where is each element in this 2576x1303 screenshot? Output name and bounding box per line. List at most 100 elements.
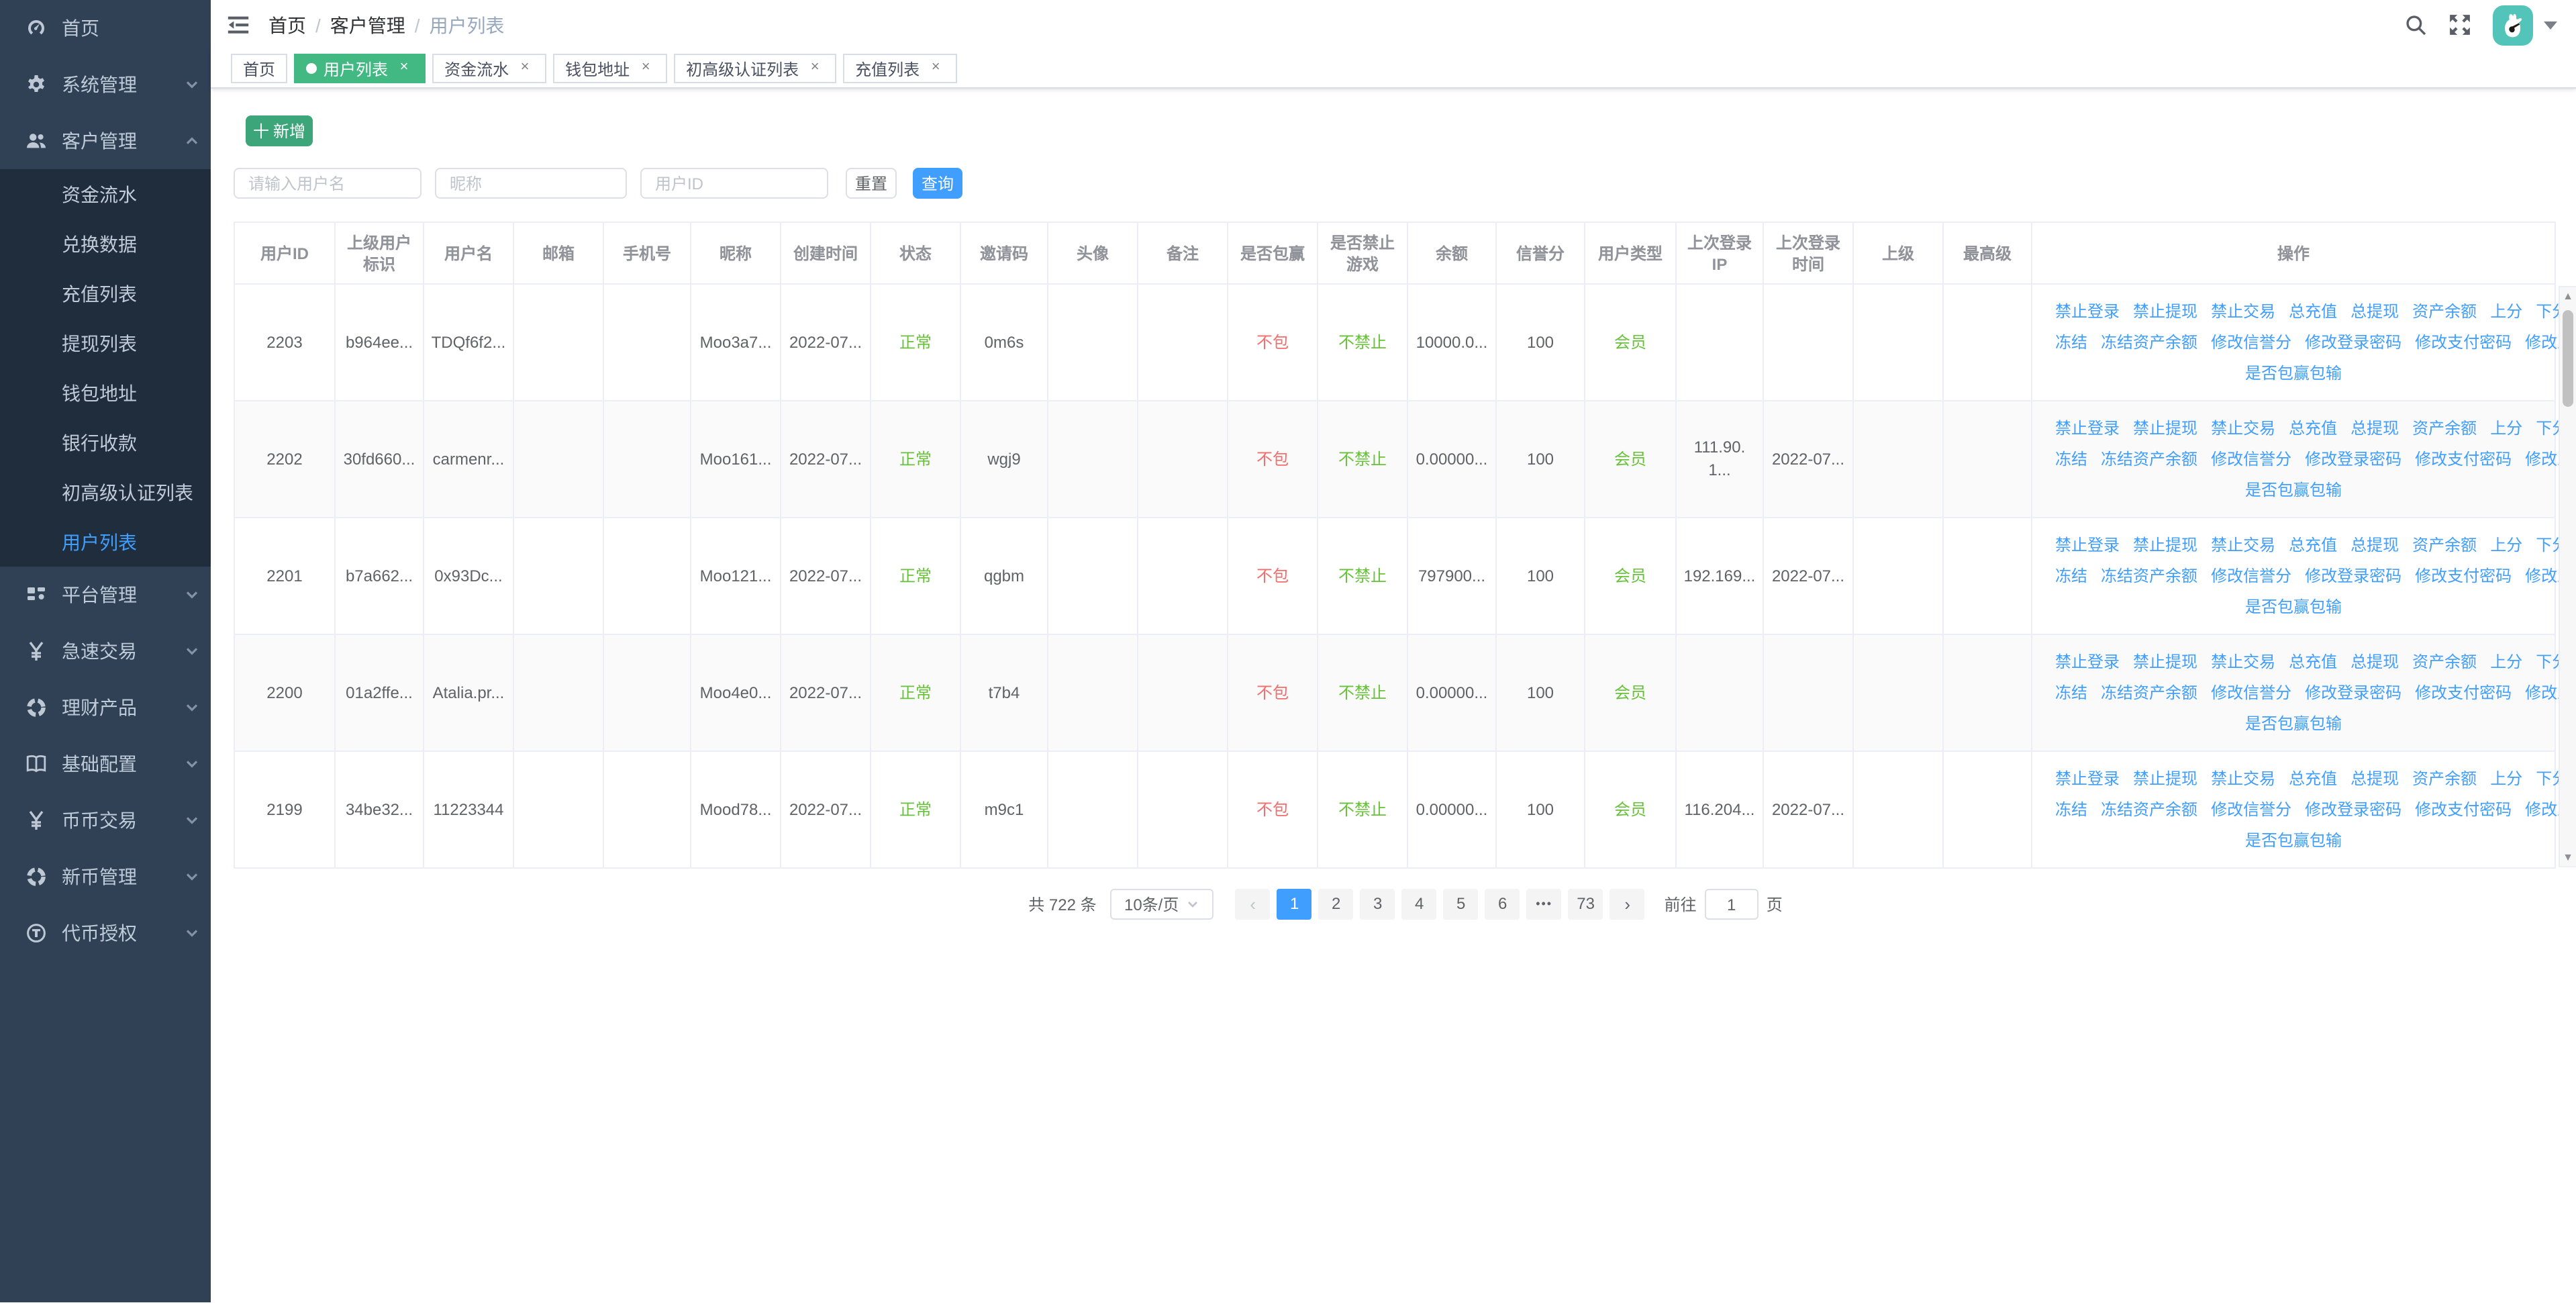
breadcrumb-item-home[interactable]: 首页 <box>268 11 306 38</box>
action-link-edit-credit-score[interactable]: 修改信誉分 <box>2211 800 2291 818</box>
action-link-edit-pay-password[interactable]: 修改支付密码 <box>2415 800 2512 818</box>
close-icon[interactable]: × <box>395 59 413 78</box>
action-link-ban-trade[interactable]: 禁止交易 <box>2211 301 2275 320</box>
page-button-5[interactable]: 5 <box>1443 889 1479 920</box>
action-link-total-withdraw[interactable]: 总提现 <box>2350 418 2399 437</box>
action-link-ban-withdraw[interactable]: 禁止提现 <box>2133 652 2197 671</box>
tab-user-list[interactable]: 用户列表 × <box>294 54 426 83</box>
caret-down-icon[interactable] <box>2544 21 2557 29</box>
action-link-edit-login-password[interactable]: 修改登录密码 <box>2305 800 2401 818</box>
close-icon[interactable]: × <box>805 59 824 78</box>
action-link-edit-pay-password[interactable]: 修改支付密码 <box>2415 566 2512 585</box>
action-link-ban-withdraw[interactable]: 禁止提现 <box>2133 535 2197 554</box>
action-link-ban-withdraw[interactable]: 禁止提现 <box>2133 301 2197 320</box>
sidebar-item-token-auth[interactable]: 代币授权 <box>0 905 211 961</box>
action-link-asset-balance[interactable]: 资产余额 <box>2412 652 2477 671</box>
action-link-total-withdraw[interactable]: 总提现 <box>2350 535 2399 554</box>
action-link-edit-pay-password[interactable]: 修改支付密码 <box>2415 683 2512 702</box>
page-button-6[interactable]: 6 <box>1485 889 1520 920</box>
hamburger-icon[interactable] <box>226 12 251 38</box>
search-icon[interactable] <box>2404 13 2427 36</box>
sidebar-item-kyc-list[interactable]: 初高级认证列表 <box>0 467 211 517</box>
action-link-total-withdraw[interactable]: 总提现 <box>2350 769 2399 787</box>
action-link-ban-login[interactable]: 禁止登录 <box>2055 769 2120 787</box>
action-link-edit-pay-password[interactable]: 修改支付密码 <box>2415 332 2512 351</box>
close-icon[interactable]: × <box>926 59 945 78</box>
action-link-win-lose-setting[interactable]: 是否包赢包输 <box>2245 597 2342 616</box>
page-button-3[interactable]: 3 <box>1360 889 1395 920</box>
action-link-add-points[interactable]: 上分 <box>2490 301 2522 320</box>
sidebar-item-coin-trade[interactable]: 币币交易 <box>0 792 211 849</box>
action-link-ban-login[interactable]: 禁止登录 <box>2055 535 2120 554</box>
sidebar-item-system-management[interactable]: 系统管理 <box>0 56 211 113</box>
action-link-add-points[interactable]: 上分 <box>2490 418 2522 437</box>
action-link-ban-trade[interactable]: 禁止交易 <box>2211 418 2275 437</box>
page-button-2[interactable]: 2 <box>1318 889 1354 920</box>
action-link-asset-balance[interactable]: 资产余额 <box>2412 535 2477 554</box>
action-link-freeze[interactable]: 冻结 <box>2055 449 2087 468</box>
userid-input[interactable] <box>640 168 828 199</box>
action-link-freeze[interactable]: 冻结 <box>2055 683 2087 702</box>
breadcrumb-item-customer-management[interactable]: 客户管理 <box>330 11 405 38</box>
page-button-1[interactable]: 1 <box>1277 889 1312 920</box>
tab-recharge-list[interactable]: 充值列表 × <box>843 54 958 83</box>
action-link-edit-credit-score[interactable]: 修改信誉分 <box>2211 449 2291 468</box>
action-link-ban-trade[interactable]: 禁止交易 <box>2211 769 2275 787</box>
action-link-total-recharge[interactable]: 总充值 <box>2289 769 2337 787</box>
action-link-edit-credit-score[interactable]: 修改信誉分 <box>2211 332 2291 351</box>
action-link-freeze[interactable]: 冻结 <box>2055 566 2087 585</box>
action-link-edit-login-password[interactable]: 修改登录密码 <box>2305 332 2401 351</box>
action-link-freeze-asset-balance[interactable]: 冻结资产余额 <box>2101 800 2197 818</box>
sidebar-item-bank-collection[interactable]: 银行收款 <box>0 418 211 467</box>
action-link-add-points[interactable]: 上分 <box>2490 769 2522 787</box>
sidebar-item-platform-management[interactable]: 平台管理 <box>0 567 211 623</box>
action-link-freeze-asset-balance[interactable]: 冻结资产余额 <box>2101 683 2197 702</box>
action-link-total-recharge[interactable]: 总充值 <box>2289 301 2337 320</box>
user-avatar[interactable] <box>2493 5 2533 45</box>
action-link-ban-login[interactable]: 禁止登录 <box>2055 652 2120 671</box>
sidebar-item-funds-flow[interactable]: 资金流水 <box>0 169 211 219</box>
action-link-edit-credit-score[interactable]: 修改信誉分 <box>2211 566 2291 585</box>
action-link-win-lose-setting[interactable]: 是否包赢包输 <box>2245 363 2342 382</box>
action-link-total-withdraw[interactable]: 总提现 <box>2350 652 2399 671</box>
action-link-total-recharge[interactable]: 总充值 <box>2289 418 2337 437</box>
nickname-input[interactable] <box>435 168 627 199</box>
page-button-4[interactable]: 4 <box>1401 889 1437 920</box>
more-pages-button[interactable]: ••• <box>1526 889 1562 920</box>
scrollbar-thumb[interactable] <box>2563 310 2573 407</box>
action-link-ban-login[interactable]: 禁止登录 <box>2055 301 2120 320</box>
table-scrollbar[interactable]: ▲ ▼ <box>2559 286 2576 867</box>
page-size-select[interactable]: 10条/页 <box>1109 889 1213 920</box>
action-link-ban-trade[interactable]: 禁止交易 <box>2211 652 2275 671</box>
action-link-edit-login-password[interactable]: 修改登录密码 <box>2305 683 2401 702</box>
sidebar-item-withdraw-list[interactable]: 提现列表 <box>0 318 211 368</box>
action-link-freeze-asset-balance[interactable]: 冻结资产余额 <box>2101 332 2197 351</box>
action-link-ban-login[interactable]: 禁止登录 <box>2055 418 2120 437</box>
sidebar-item-basic-config[interactable]: 基础配置 <box>0 736 211 792</box>
action-link-ban-withdraw[interactable]: 禁止提现 <box>2133 769 2197 787</box>
action-link-total-withdraw[interactable]: 总提现 <box>2350 301 2399 320</box>
action-link-edit-login-password[interactable]: 修改登录密码 <box>2305 566 2401 585</box>
sidebar-item-wealth-products[interactable]: 理财产品 <box>0 679 211 736</box>
action-link-asset-balance[interactable]: 资产余额 <box>2412 301 2477 320</box>
next-page-button[interactable]: › <box>1609 889 1645 920</box>
username-input[interactable] <box>234 168 422 199</box>
action-link-freeze[interactable]: 冻结 <box>2055 332 2087 351</box>
scroll-up-icon[interactable]: ▲ <box>2560 290 2576 302</box>
add-button[interactable]: 十新增 <box>246 115 313 146</box>
sidebar-item-recharge-list[interactable]: 充值列表 <box>0 269 211 318</box>
page-button-73[interactable]: 73 <box>1568 889 1603 920</box>
prev-page-button[interactable]: ‹ <box>1235 889 1271 920</box>
sidebar-item-exchange-data[interactable]: 兑换数据 <box>0 219 211 269</box>
action-link-add-points[interactable]: 上分 <box>2490 652 2522 671</box>
action-link-edit-pay-password[interactable]: 修改支付密码 <box>2415 449 2512 468</box>
action-link-win-lose-setting[interactable]: 是否包赢包输 <box>2245 714 2342 732</box>
action-link-win-lose-setting[interactable]: 是否包赢包输 <box>2245 830 2342 849</box>
action-link-add-points[interactable]: 上分 <box>2490 535 2522 554</box>
close-icon[interactable]: × <box>636 59 655 78</box>
close-icon[interactable]: × <box>515 59 534 78</box>
sidebar-item-wallet-address[interactable]: 钱包地址 <box>0 368 211 418</box>
tab-home[interactable]: 首页 <box>231 54 288 83</box>
action-link-asset-balance[interactable]: 资产余额 <box>2412 418 2477 437</box>
tab-kyc-list[interactable]: 初高级认证列表 × <box>674 54 837 83</box>
